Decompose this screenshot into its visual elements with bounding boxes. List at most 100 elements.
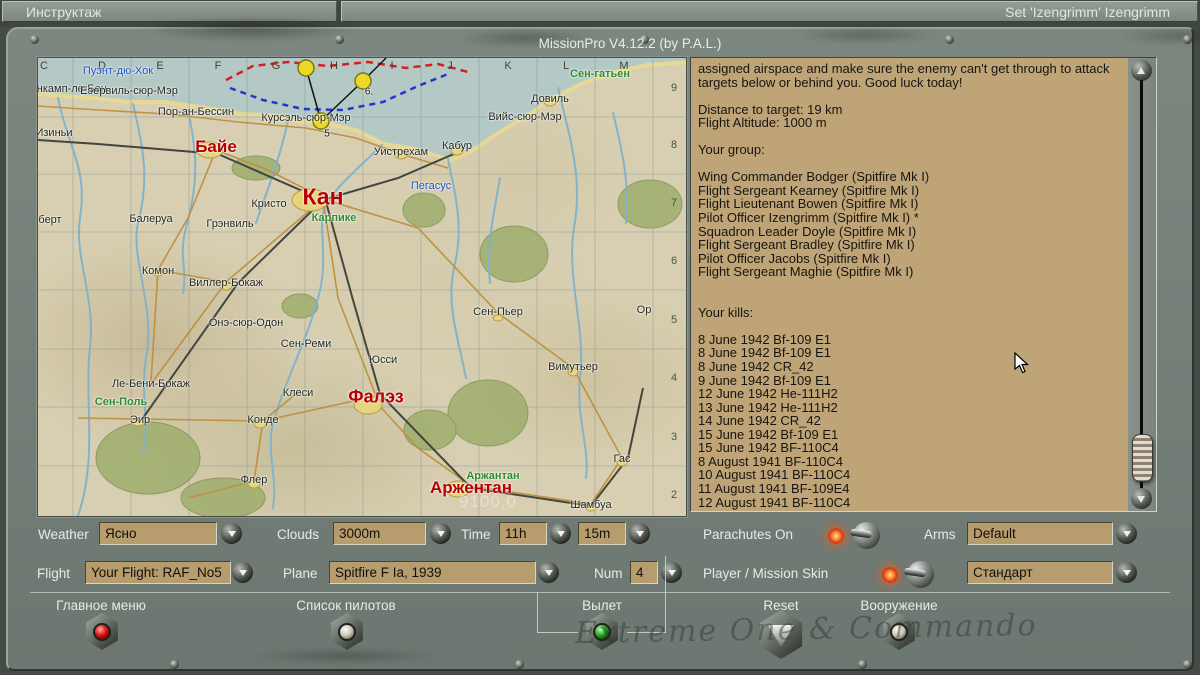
map-grid-letter: F bbox=[215, 60, 222, 72]
skin-label: Player / Mission Skin bbox=[703, 566, 828, 581]
time-label: Time bbox=[461, 527, 491, 542]
briefing-panel: assigned airspace and make sure the enem… bbox=[690, 57, 1157, 512]
arms-label: Arms bbox=[924, 527, 956, 542]
plane-select[interactable]: Spitfire F Ia, 1939 bbox=[329, 561, 536, 584]
map-label: Курсэль-сюр-Мэр bbox=[261, 112, 350, 124]
flight-label: Flight bbox=[37, 566, 70, 581]
scroll-down-button[interactable] bbox=[1131, 488, 1152, 509]
screw-icon bbox=[945, 35, 954, 44]
skin-select[interactable]: Стандарт bbox=[967, 561, 1113, 584]
map-label: Карпике bbox=[312, 212, 357, 224]
map-grid-letter: L bbox=[563, 60, 569, 72]
map-label: Конде bbox=[247, 414, 278, 426]
indicator-lamp-icon bbox=[882, 567, 898, 583]
num-label: Num bbox=[594, 566, 623, 581]
tab-briefing[interactable]: Инструктаж bbox=[2, 1, 337, 22]
map-label: Довиль bbox=[531, 93, 569, 105]
scrollbar-thumb[interactable] bbox=[1132, 434, 1153, 482]
map-grid-number: 4 bbox=[671, 372, 677, 384]
map-label-city: Фалэз bbox=[348, 387, 403, 408]
map-label: Пуэнт-дю-Хок bbox=[83, 65, 153, 77]
map-label-city: Байе bbox=[195, 137, 237, 157]
parachutes-label: Parachutes On bbox=[703, 527, 793, 542]
map-label: Уистрехам bbox=[374, 146, 428, 158]
weather-label: Weather bbox=[38, 527, 89, 542]
map-label: Юсси bbox=[369, 354, 397, 366]
flight-dropdown-button[interactable] bbox=[232, 562, 253, 583]
skin-toggle[interactable] bbox=[880, 559, 938, 591]
chevron-down-icon bbox=[668, 570, 676, 576]
screw-icon bbox=[30, 35, 39, 44]
chevron-down-icon bbox=[239, 570, 247, 576]
map-label: Виллер-Бокаж bbox=[189, 277, 263, 289]
map-grid-letter: J bbox=[447, 60, 453, 72]
map-label: Балеруа bbox=[129, 213, 172, 225]
scroll-up-button[interactable] bbox=[1131, 60, 1152, 81]
triangle-up-icon bbox=[1137, 67, 1145, 74]
weather-dropdown-button[interactable] bbox=[221, 523, 242, 544]
chevron-down-icon bbox=[557, 531, 565, 537]
map-label: Сен-Пьер bbox=[473, 306, 523, 318]
time-minute-dropdown-button[interactable] bbox=[629, 523, 650, 544]
map-label: Кристо bbox=[251, 198, 286, 210]
clouds-dropdown-button[interactable] bbox=[430, 523, 451, 544]
map-label: Сен-Реми bbox=[281, 338, 331, 350]
waypoint-number: 6. bbox=[365, 87, 373, 98]
map-readout: 9100,0 bbox=[459, 492, 517, 512]
chevron-down-icon bbox=[1123, 531, 1131, 537]
weather-select[interactable]: Ясно bbox=[99, 522, 217, 545]
pilot-list-button-label: Список пилотов bbox=[296, 598, 395, 613]
num-select[interactable]: 4 bbox=[630, 561, 658, 584]
tab-bar: Инструктаж Set 'Izengrimm' Izengrimm bbox=[0, 0, 1200, 27]
map-label: Изиньи bbox=[37, 127, 73, 139]
map-grid-number: 7 bbox=[671, 197, 677, 209]
selection-bracket-line bbox=[537, 592, 538, 633]
scrollbar[interactable] bbox=[1127, 58, 1156, 511]
time-hour-select[interactable]: 11h bbox=[499, 522, 547, 545]
selection-bracket-line bbox=[537, 632, 578, 633]
map-label: Сен-гатьен bbox=[570, 68, 630, 80]
arms-select[interactable]: Default bbox=[967, 522, 1113, 545]
map-grid-number: 3 bbox=[671, 431, 677, 443]
fly-button-label: Вылет bbox=[582, 598, 622, 613]
briefing-map[interactable]: C D E F G H I J K L M 9 8 7 6 5 4 3 2 Пу… bbox=[37, 57, 687, 517]
map-label: Онэ-сюр-Одон bbox=[209, 317, 283, 329]
map-grid-number: 5 bbox=[671, 314, 677, 326]
flight-select[interactable]: Your Flight: RAF_No5 bbox=[85, 561, 231, 584]
plane-label: Plane bbox=[283, 566, 318, 581]
white-gem-icon bbox=[338, 623, 356, 641]
time-minute-select[interactable]: 15m bbox=[578, 522, 626, 545]
plane-dropdown-button[interactable] bbox=[538, 562, 559, 583]
chevron-down-icon bbox=[437, 531, 445, 537]
red-gem-icon bbox=[93, 623, 111, 641]
clouds-select[interactable]: 3000m bbox=[333, 522, 426, 545]
map-label: Пегасус bbox=[411, 180, 451, 192]
time-hour-dropdown-button[interactable] bbox=[550, 523, 571, 544]
map-label: Шамбуа bbox=[570, 499, 611, 511]
map-label: Вийс-сюр-Мэр bbox=[488, 111, 561, 123]
map-grid-letter: G bbox=[272, 60, 281, 72]
skin-dropdown-button[interactable] bbox=[1116, 562, 1137, 583]
chevron-down-icon bbox=[1123, 570, 1131, 576]
parachutes-toggle[interactable] bbox=[826, 520, 884, 552]
separator-line bbox=[30, 592, 1170, 593]
map-label: Эир bbox=[130, 414, 150, 426]
map-label-city: Кан bbox=[302, 184, 343, 211]
map-label: Кабур bbox=[442, 140, 472, 152]
tab-pilot-set[interactable]: Set 'Izengrimm' Izengrimm bbox=[341, 1, 1198, 22]
main-menu-button-label: Главное меню bbox=[56, 598, 146, 613]
map-grid-number: 9 bbox=[671, 82, 677, 94]
arms-dropdown-button[interactable] bbox=[1116, 523, 1137, 544]
map-label: Ор bbox=[637, 304, 652, 316]
waypoint-number: 5 bbox=[324, 129, 330, 140]
map-label: Аржантан bbox=[466, 470, 519, 482]
map-grid-number: 6 bbox=[671, 255, 677, 267]
map-grid-letter: K bbox=[504, 60, 511, 72]
triangle-down-icon bbox=[1137, 496, 1145, 503]
map-label: Вимутьер bbox=[548, 361, 598, 373]
chevron-down-icon bbox=[228, 531, 236, 537]
map-label: Клеси bbox=[283, 387, 314, 399]
chevron-down-icon bbox=[636, 531, 644, 537]
map-grid-number: 8 bbox=[671, 139, 677, 151]
screw-icon bbox=[1183, 660, 1192, 669]
